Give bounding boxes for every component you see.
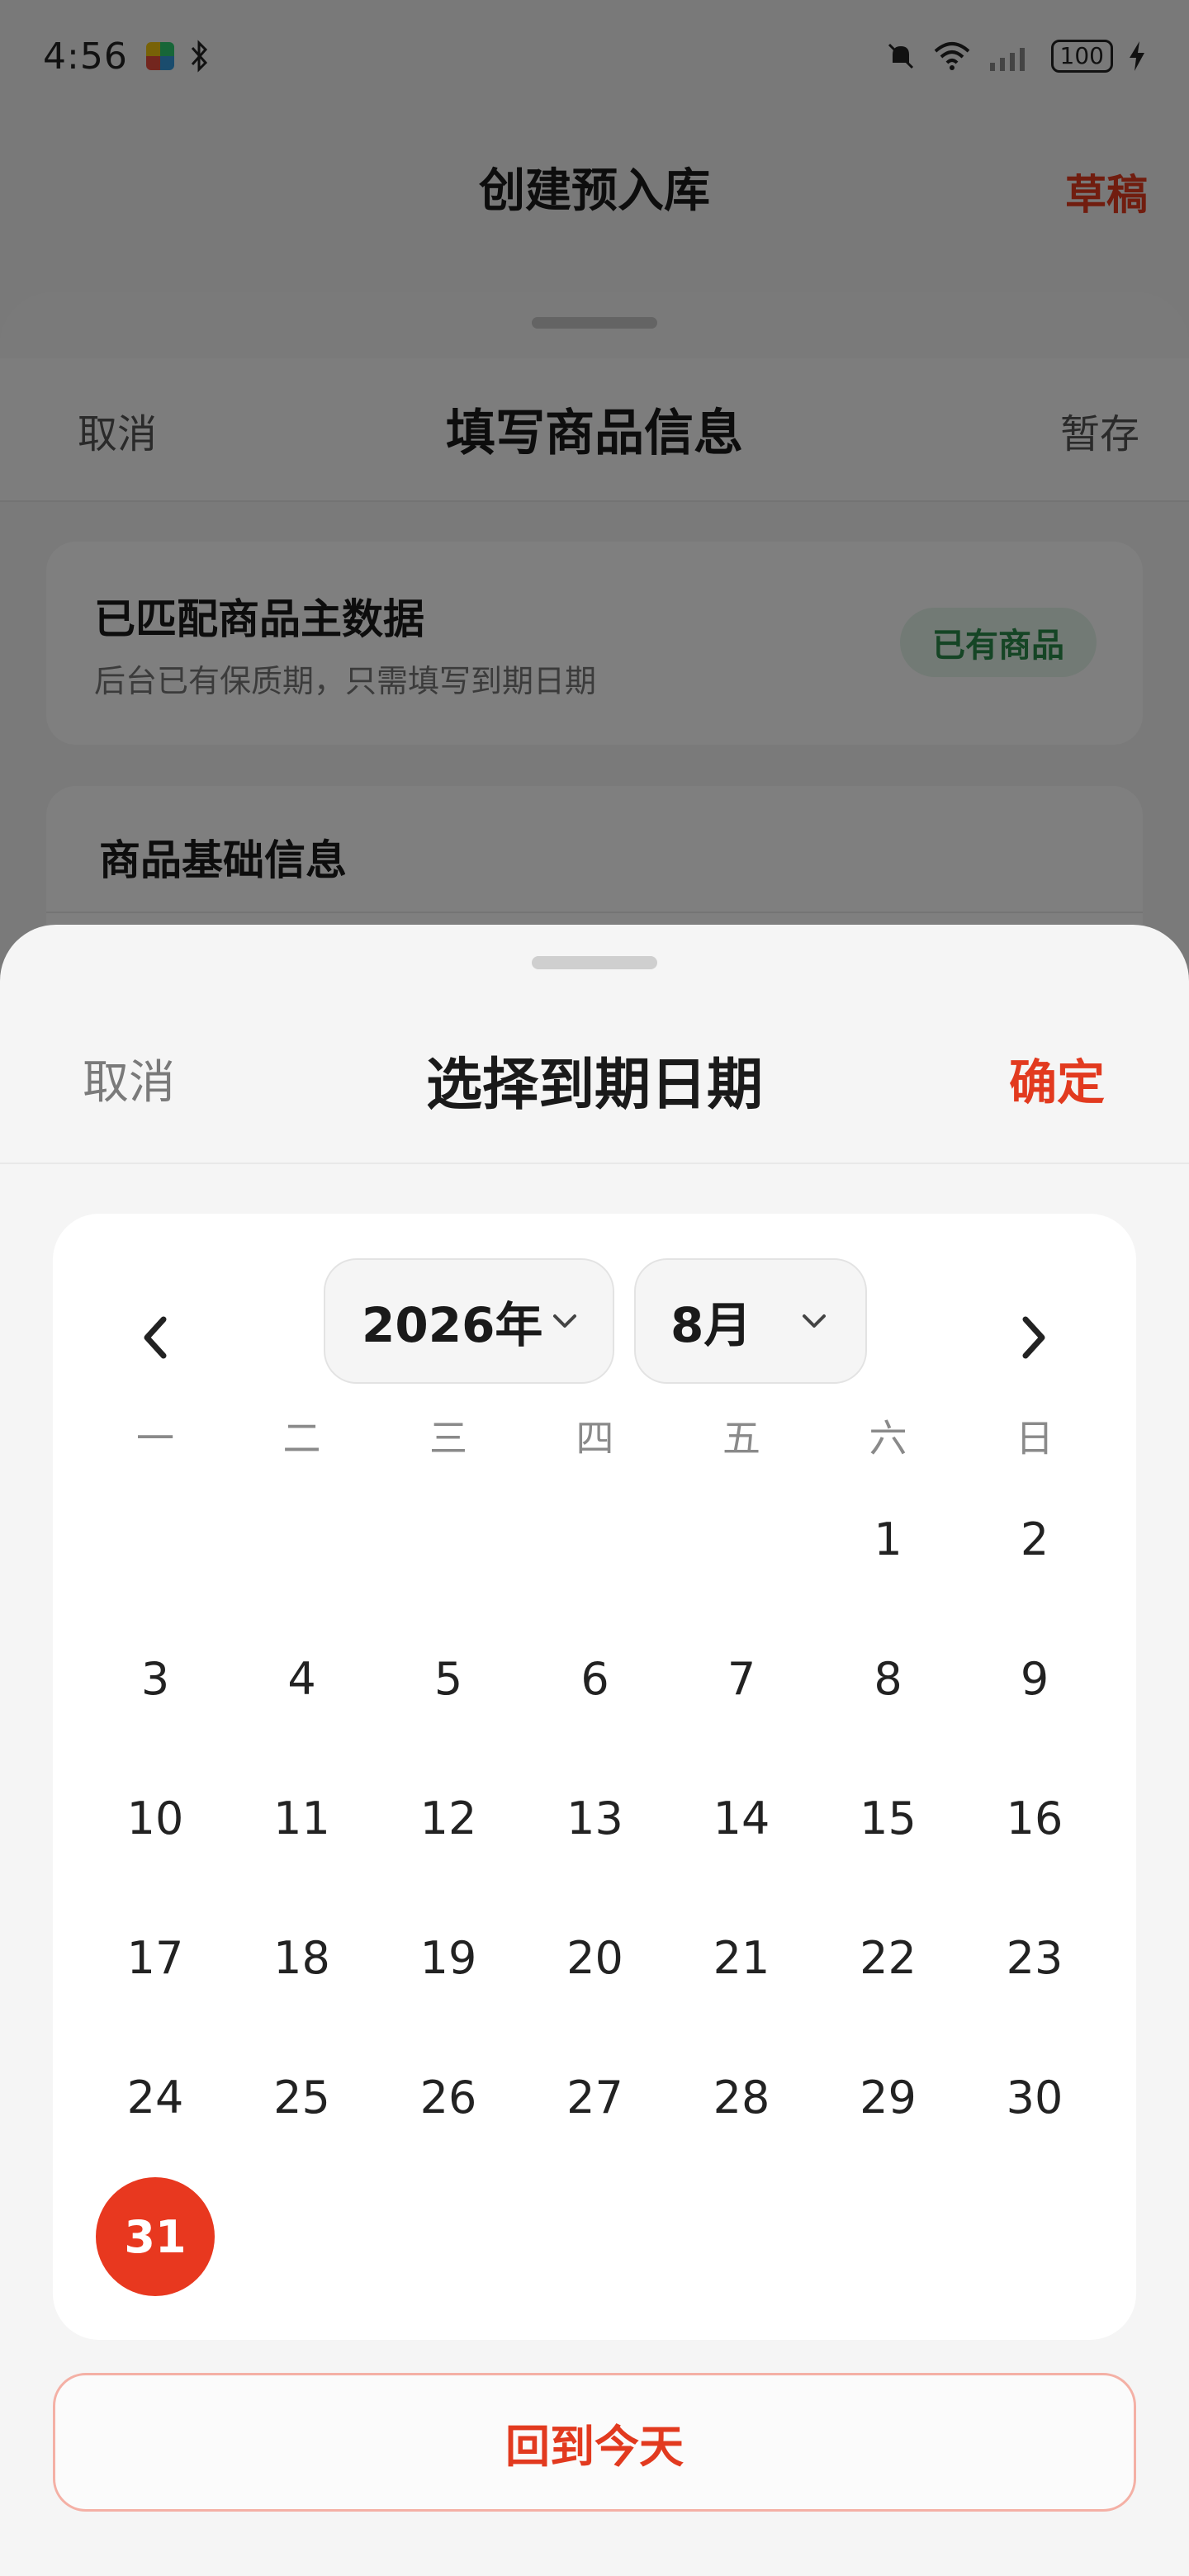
back-to-today-button[interactable]: 回到今天 <box>53 2373 1136 2512</box>
day-cell[interactable]: 30 <box>975 2038 1094 2157</box>
day-cell[interactable]: 2 <box>975 1480 1094 1598</box>
day-cell[interactable]: 27 <box>536 2038 655 2157</box>
picker-header: 取消 选择到期日期 确定 <box>0 978 1189 1164</box>
day-cell[interactable]: 9 <box>975 1619 1094 1738</box>
days-grid: 1 2 3 4 5 6 7 8 9 10 11 12 13 14 15 16 17 18 19 20 21 22 23 24 2… <box>53 1214 1136 2340</box>
day-cell[interactable]: 8 <box>829 1619 948 1738</box>
day-cell-selected[interactable]: 31 <box>96 2177 215 2296</box>
day-cell[interactable]: 6 <box>536 1619 655 1738</box>
day-cell[interactable]: 10 <box>96 1759 215 1878</box>
day-cell[interactable]: 16 <box>975 1759 1094 1878</box>
day-cell[interactable]: 22 <box>829 1898 948 2017</box>
day-cell[interactable]: 25 <box>243 2038 362 2157</box>
day-cell[interactable]: 24 <box>96 2038 215 2157</box>
picker-confirm-button[interactable]: 确定 <box>1009 1044 1105 1113</box>
day-cell[interactable]: 1 <box>829 1480 948 1598</box>
day-cell[interactable]: 26 <box>389 2038 508 2157</box>
calendar: 2026年 8月 一二三四五六日 1 2 3 4 5 6 7 8 9 10 11 12 13 14 15 16… <box>53 1214 1136 2340</box>
day-cell[interactable]: 7 <box>682 1619 801 1738</box>
day-cell[interactable]: 4 <box>243 1619 362 1738</box>
picker-handle[interactable] <box>532 956 657 969</box>
day-cell[interactable]: 3 <box>96 1619 215 1738</box>
day-cell[interactable]: 21 <box>682 1898 801 2017</box>
day-cell[interactable]: 23 <box>975 1898 1094 2017</box>
day-cell[interactable]: 5 <box>389 1619 508 1738</box>
day-cell[interactable]: 12 <box>389 1759 508 1878</box>
day-cell[interactable]: 29 <box>829 2038 948 2157</box>
day-cell[interactable]: 13 <box>536 1759 655 1878</box>
day-cell[interactable]: 17 <box>96 1898 215 2017</box>
day-cell[interactable]: 11 <box>243 1759 362 1878</box>
day-cell[interactable]: 14 <box>682 1759 801 1878</box>
day-cell[interactable]: 28 <box>682 2038 801 2157</box>
day-cell[interactable]: 18 <box>243 1898 362 2017</box>
day-cell[interactable]: 19 <box>389 1898 508 2017</box>
date-picker-sheet: 取消 选择到期日期 确定 2026年 8月 一二三四五六日 1 2 3 4 5 … <box>0 925 1189 2576</box>
day-cell[interactable]: 20 <box>536 1898 655 2017</box>
day-cell[interactable]: 15 <box>829 1759 948 1878</box>
